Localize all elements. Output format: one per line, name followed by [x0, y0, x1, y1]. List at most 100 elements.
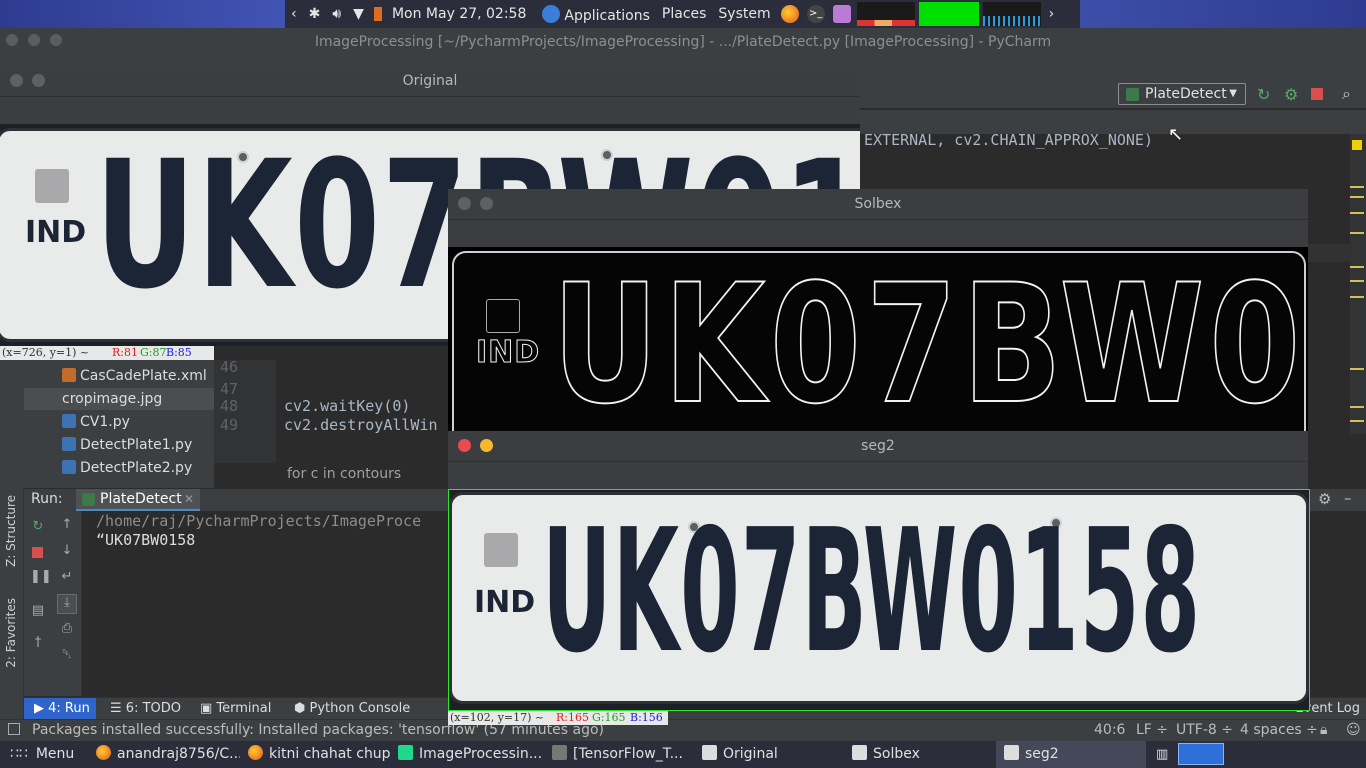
- pixel-r: R:165: [556, 711, 589, 724]
- edge-plate: IND UK07BW0158: [452, 248, 1308, 431]
- run-tab-platedetect[interactable]: PlateDetect ✕: [76, 489, 200, 511]
- file-encoding[interactable]: UTF-8 ÷: [1176, 722, 1233, 738]
- rerun-icon[interactable]: ↻: [1257, 85, 1270, 104]
- volume-icon[interactable]: 🔊︎: [332, 6, 341, 22]
- workspace-switcher[interactable]: [1178, 743, 1224, 765]
- rerun-icon[interactable]: ↻: [30, 519, 46, 535]
- original-window-titlebar[interactable]: Original: [0, 66, 860, 96]
- run-config-select[interactable]: PlateDetect ▼: [1118, 83, 1246, 105]
- notes-launcher-icon[interactable]: [832, 5, 851, 23]
- arrow-down-icon[interactable]: ↓: [59, 543, 75, 559]
- taskbar-item[interactable]: [TensorFlow_T...: [552, 741, 690, 768]
- bluetooth-icon[interactable]: ✱: [309, 6, 321, 22]
- hologram-edge: [486, 299, 520, 333]
- soft-wrap-icon[interactable]: ↵: [59, 569, 75, 585]
- task-label: anandraj8756/C...: [117, 746, 240, 762]
- battery-icon[interactable]: [373, 7, 382, 21]
- pycharm-titlebar: ImageProcessing [~/PycharmProjects/Image…: [0, 28, 1366, 57]
- project-file[interactable]: DetectPlate2.py: [62, 457, 192, 479]
- trash-icon[interactable]: ␡: [59, 647, 75, 663]
- close-dot-icon[interactable]: [10, 74, 23, 87]
- stop-icon[interactable]: [1311, 88, 1323, 100]
- minimize-dot-icon[interactable]: [28, 34, 40, 46]
- pixel-coords: (x=102, y=17) ~: [450, 711, 545, 724]
- code-line-top: EXTERNAL, cv2.CHAIN_APPROX_NONE): [864, 131, 1153, 149]
- minimize-dot-icon[interactable]: [32, 74, 45, 87]
- xml-file-icon: [62, 368, 76, 382]
- network-graph: [982, 2, 1041, 26]
- stop-icon[interactable]: [32, 547, 43, 558]
- pause-icon[interactable]: ❚❚: [30, 569, 52, 585]
- settings-gear-icon[interactable]: ⚙: [1318, 490, 1331, 508]
- task-label: [TensorFlow_T...: [573, 746, 683, 762]
- lock-icon[interactable]: 🔒︎: [1320, 722, 1327, 738]
- seg2-image[interactable]: IND UK07BW0158: [448, 489, 1310, 711]
- hide-panel-icon[interactable]: –: [1344, 489, 1352, 507]
- solbex-window-titlebar[interactable]: Solbex: [448, 189, 1308, 219]
- seg2-window-titlebar[interactable]: seg2: [448, 431, 1308, 461]
- places-menu[interactable]: Places: [662, 6, 707, 22]
- project-file-selected[interactable]: cropimage.jpg: [24, 388, 214, 410]
- close-tab-icon[interactable]: ✕: [184, 489, 194, 510]
- taskbar-item[interactable]: Solbex: [852, 741, 992, 768]
- chevron-left-icon[interactable]: ‹: [291, 6, 297, 22]
- arrow-up-icon[interactable]: ↑: [59, 517, 75, 533]
- terminal-launcher-icon[interactable]: >_: [806, 5, 825, 23]
- line-separator[interactable]: LF ÷: [1136, 722, 1168, 738]
- indent-setting[interactable]: 4 spaces ÷: [1240, 722, 1318, 738]
- taskbar-item[interactable]: ImageProcessin...: [398, 741, 542, 768]
- maximize-dot-icon[interactable]: [50, 34, 62, 46]
- file-label: cropimage.jpg: [62, 391, 163, 407]
- applications-menu[interactable]: Applications: [538, 4, 650, 24]
- system-menu[interactable]: System: [718, 6, 770, 22]
- close-dot-icon[interactable]: [6, 34, 18, 46]
- taskbar-item[interactable]: kitni chahat chup...: [248, 741, 392, 768]
- layout-icon[interactable]: ▤: [30, 603, 46, 619]
- structure-tab[interactable]: Z: Structure: [4, 495, 18, 567]
- tab-todo[interactable]: ☰ 6: TODO: [110, 698, 181, 720]
- tab-python-console-label: Python Console: [309, 701, 411, 716]
- close-dot-icon[interactable]: [458, 439, 471, 452]
- window-icon: [702, 745, 717, 760]
- project-file[interactable]: CasCadePlate.xml: [62, 365, 207, 387]
- menu-label: Menu: [35, 746, 75, 762]
- caret-position[interactable]: 40:6: [1094, 722, 1125, 738]
- search-icon[interactable]: ⌕: [1342, 84, 1351, 104]
- window-controls[interactable]: [6, 28, 72, 57]
- scroll-to-end-icon[interactable]: ⤓: [57, 594, 77, 614]
- minimize-dot-icon[interactable]: [480, 439, 493, 452]
- project-file[interactable]: DetectPlate1.py: [62, 434, 192, 456]
- tab-terminal-label: Terminal: [216, 701, 272, 716]
- pin-icon[interactable]: †: [30, 635, 46, 651]
- firefox-launcher-icon[interactable]: [780, 5, 799, 23]
- run-label: Run:: [31, 491, 63, 507]
- tab-python-console[interactable]: ⬢ Python Console: [294, 698, 410, 720]
- taskbar-item[interactable]: Original: [702, 741, 842, 768]
- solbex-image[interactable]: IND UK07BW0158: [448, 247, 1308, 431]
- breadcrumb[interactable]: for c in contours: [214, 463, 454, 487]
- wifi-icon[interactable]: ▼: [353, 6, 364, 22]
- project-file[interactable]: CV1.py: [62, 411, 130, 433]
- chevron-right-icon[interactable]: ›: [1049, 6, 1055, 22]
- taskbar-item[interactable]: anandraj8756/C...: [96, 741, 240, 768]
- favorites-tab[interactable]: 2: Favorites: [4, 598, 18, 668]
- clock[interactable]: Mon May 27, 02:58: [392, 6, 526, 22]
- hologram: [35, 169, 69, 203]
- minimize-dot-icon[interactable]: [480, 197, 493, 210]
- print-icon[interactable]: ⎙: [59, 621, 75, 637]
- taskbar-item-active[interactable]: seg2: [996, 741, 1146, 768]
- close-dot-icon[interactable]: [458, 197, 471, 210]
- seg2-window-title: seg2: [861, 438, 895, 454]
- start-menu[interactable]: ∷∷ Menu: [10, 741, 74, 768]
- tab-terminal[interactable]: ▣ Terminal: [200, 698, 271, 720]
- window-icon: [1004, 745, 1019, 760]
- show-desktop-icon[interactable]: ▥: [1156, 741, 1174, 768]
- tool-windows-icon[interactable]: [8, 723, 20, 735]
- run-console[interactable]: /home/raj/PycharmProjects/ImageProce “UK…: [82, 511, 448, 696]
- tab-run[interactable]: ▶ 4: Run: [24, 698, 96, 720]
- inspector-icon[interactable]: ☺: [1346, 722, 1361, 738]
- edge-plate-number: UK07BW0158: [551, 248, 1308, 431]
- pixel-coords: (x=726, y=1) ~: [2, 346, 90, 359]
- pycharm-icon: [398, 745, 413, 760]
- debug-icon[interactable]: ⚙: [1284, 85, 1298, 104]
